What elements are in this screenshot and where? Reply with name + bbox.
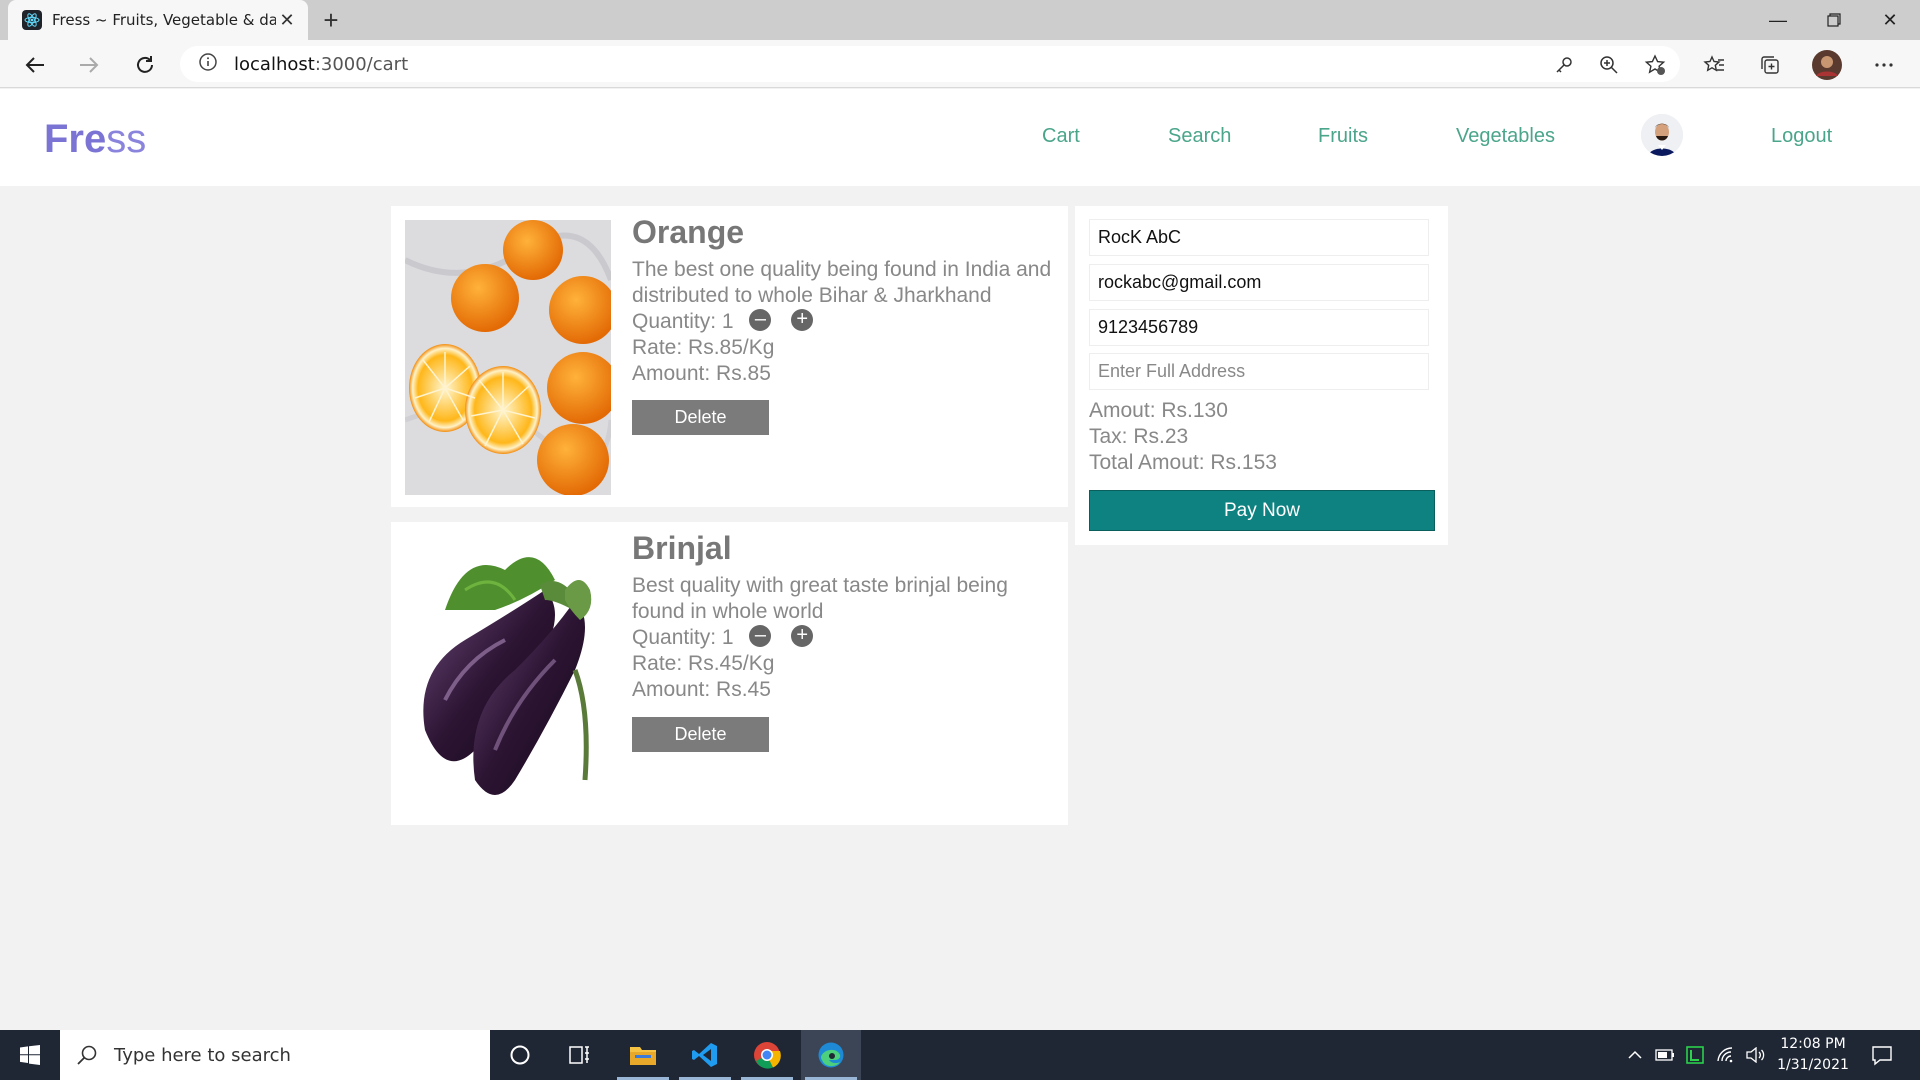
file-explorer-icon[interactable] bbox=[613, 1030, 673, 1080]
user-avatar[interactable] bbox=[1641, 114, 1683, 156]
item-rate: Rate: Rs.45/Kg bbox=[632, 652, 775, 675]
total-amount: Total Amout: Rs.153 bbox=[1089, 451, 1277, 474]
clock-date: 1/31/2021 bbox=[1777, 1057, 1849, 1073]
decrease-quantity-icon[interactable]: – bbox=[749, 309, 772, 332]
battery-icon[interactable] bbox=[1650, 1030, 1680, 1080]
tab-close-icon[interactable]: ✕ bbox=[276, 10, 298, 31]
profile-avatar-icon[interactable] bbox=[1810, 48, 1844, 82]
notifications-icon[interactable] bbox=[1862, 1030, 1902, 1080]
item-rate: Rate: Rs.85/Kg bbox=[632, 336, 775, 359]
subtotal-amount: Amout: Rs.130 bbox=[1089, 399, 1228, 422]
address-bar[interactable]: localhost:3000/cart bbox=[180, 46, 1680, 82]
item-amount: Amount: Rs.45 bbox=[632, 678, 771, 701]
orange-image bbox=[403, 220, 619, 496]
react-favicon-icon bbox=[22, 10, 42, 30]
item-description: The best one quality being found in Indi… bbox=[632, 258, 1052, 307]
delete-button[interactable]: Delete bbox=[632, 717, 769, 752]
brinjal-image bbox=[405, 530, 611, 818]
favorite-add-icon[interactable] bbox=[1638, 48, 1672, 82]
vscode-icon[interactable] bbox=[675, 1030, 735, 1080]
brand-light: ss bbox=[106, 117, 147, 161]
chrome-icon[interactable] bbox=[737, 1030, 797, 1080]
checkout-panel: RocK AbC rockabc@gmail.com 9123456789 En… bbox=[1075, 206, 1448, 545]
minimize-button[interactable]: — bbox=[1750, 0, 1806, 40]
url-host: localhost bbox=[234, 53, 315, 75]
new-tab-button[interactable]: + bbox=[316, 6, 346, 36]
edge-icon[interactable] bbox=[801, 1030, 861, 1080]
item-name: Orange bbox=[632, 214, 745, 250]
phone-field[interactable]: 9123456789 bbox=[1089, 309, 1429, 346]
windows-taskbar: Type here to search 12:08 PM 1/31/2021 bbox=[0, 1030, 1920, 1080]
brand-logo[interactable]: Fress bbox=[44, 117, 146, 162]
item-quantity: Quantity: 1 bbox=[632, 310, 734, 333]
key-icon[interactable] bbox=[1547, 48, 1581, 82]
pay-now-button[interactable]: Pay Now bbox=[1089, 490, 1435, 531]
item-name: Brinjal bbox=[632, 530, 732, 566]
item-quantity-row: Quantity: 1 – + bbox=[632, 309, 814, 334]
nav-search[interactable]: Search bbox=[1168, 125, 1231, 148]
url-text: localhost:3000/cart bbox=[234, 54, 408, 75]
close-window-button[interactable]: ✕ bbox=[1862, 0, 1918, 40]
nav-logout[interactable]: Logout bbox=[1771, 125, 1832, 148]
decrease-quantity-icon[interactable]: – bbox=[749, 625, 772, 648]
browser-tab-strip: Fress ~ Fruits, Vegetable & daily ✕ + — … bbox=[0, 0, 1920, 40]
clock-time: 12:08 PM bbox=[1780, 1036, 1846, 1052]
tab-title: Fress ~ Fruits, Vegetable & daily bbox=[52, 11, 276, 29]
system-clock[interactable]: 12:08 PM 1/31/2021 bbox=[1770, 1034, 1856, 1076]
cart-item-card: Brinjal Best quality with great taste br… bbox=[391, 522, 1068, 825]
tax-amount: Tax: Rs.23 bbox=[1089, 425, 1189, 448]
nav-cart[interactable]: Cart bbox=[1042, 125, 1080, 148]
wifi-icon[interactable] bbox=[1710, 1030, 1740, 1080]
app-header: Fress Cart Search Fruits Vegetables Logo… bbox=[0, 89, 1920, 186]
nav-vegetables[interactable]: Vegetables bbox=[1456, 125, 1555, 148]
increase-quantity-icon[interactable]: + bbox=[791, 309, 814, 332]
item-quantity: Quantity: 1 bbox=[632, 626, 734, 649]
info-icon[interactable] bbox=[198, 52, 218, 77]
windows-start-icon[interactable] bbox=[0, 1030, 60, 1080]
name-field[interactable]: RocK AbC bbox=[1089, 219, 1429, 256]
email-field[interactable]: rockabc@gmail.com bbox=[1089, 264, 1429, 301]
url-path: :3000/cart bbox=[314, 53, 409, 75]
browser-toolbar: localhost:3000/cart bbox=[0, 40, 1920, 88]
nav-fruits[interactable]: Fruits bbox=[1318, 125, 1368, 148]
item-description: Best quality with great taste brinjal be… bbox=[632, 574, 1008, 623]
item-quantity-row: Quantity: 1 – + bbox=[632, 625, 814, 650]
more-options-icon[interactable] bbox=[1867, 48, 1901, 82]
search-icon bbox=[77, 1045, 97, 1065]
cart-item-card: Orange The best one quality being found … bbox=[391, 206, 1068, 507]
address-field[interactable]: Enter Full Address bbox=[1089, 353, 1429, 390]
browser-tab[interactable]: Fress ~ Fruits, Vegetable & daily ✕ bbox=[8, 0, 308, 40]
collections-icon[interactable] bbox=[1753, 48, 1787, 82]
taskbar-search-placeholder: Type here to search bbox=[114, 1044, 291, 1066]
favorites-icon[interactable] bbox=[1697, 48, 1731, 82]
delete-button[interactable]: Delete bbox=[632, 400, 769, 435]
taskbar-search-box[interactable]: Type here to search bbox=[60, 1030, 490, 1080]
restore-button[interactable] bbox=[1806, 0, 1862, 40]
item-amount: Amount: Rs.85 bbox=[632, 362, 771, 385]
brand-bold: Fre bbox=[44, 117, 107, 161]
volume-icon[interactable] bbox=[1740, 1030, 1770, 1080]
show-hidden-icons-icon[interactable] bbox=[1620, 1030, 1650, 1080]
forward-arrow-icon[interactable] bbox=[72, 48, 106, 82]
task-view-icon[interactable] bbox=[550, 1030, 610, 1080]
increase-quantity-icon[interactable]: + bbox=[791, 625, 814, 648]
refresh-icon[interactable] bbox=[128, 48, 162, 82]
cortana-icon[interactable] bbox=[490, 1030, 550, 1080]
back-arrow-icon[interactable] bbox=[18, 48, 52, 82]
tray-app-icon[interactable] bbox=[1680, 1030, 1710, 1080]
zoom-icon[interactable] bbox=[1592, 48, 1626, 82]
